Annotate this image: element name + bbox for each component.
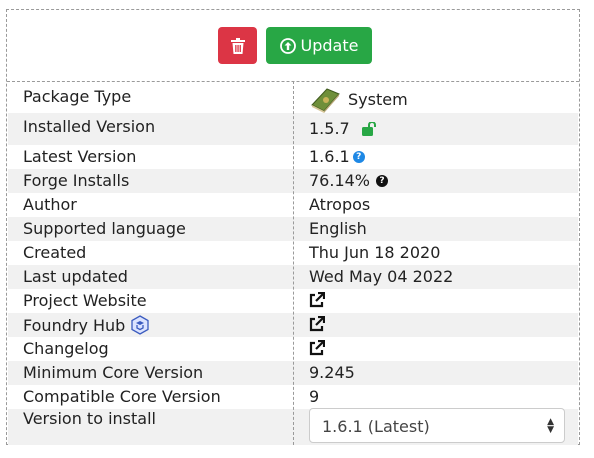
project-website-label: Project Website xyxy=(23,291,147,310)
created-value: Thu Jun 18 2020 xyxy=(309,243,441,262)
update-button[interactable]: Update xyxy=(266,27,372,64)
version-to-install-label: Version to install xyxy=(23,409,156,428)
installed-version-label: Installed Version xyxy=(23,117,156,136)
select-arrows-icon: ▲ ▼ xyxy=(547,417,554,435)
min-core-label: Minimum Core Version xyxy=(23,363,204,382)
project-website-link[interactable] xyxy=(309,292,325,308)
forge-installs-value: 76.14% xyxy=(309,171,371,190)
arrow-up-circle-icon xyxy=(279,37,296,54)
foundry-hub-link[interactable] xyxy=(309,316,325,332)
update-label: Update xyxy=(300,36,359,55)
question-circle-icon[interactable]: ? xyxy=(352,150,365,163)
foundry-hub-label: Foundry Hub xyxy=(23,315,126,335)
external-link-icon[interactable] xyxy=(309,292,325,308)
package-type-value-wrap: System xyxy=(309,85,408,113)
changelog-link[interactable] xyxy=(309,340,325,356)
unlock-icon[interactable] xyxy=(361,121,380,136)
min-core-value: 9.245 xyxy=(309,363,355,382)
compat-core-value: 9 xyxy=(309,387,320,406)
version-select[interactable]: 1.6.1 (Latest) ▲ ▼ xyxy=(309,408,565,443)
column-divider xyxy=(293,81,294,445)
forge-installs-value-wrap: 76.14% ? xyxy=(309,171,389,190)
package-type-label: Package Type xyxy=(23,87,132,106)
external-link-icon[interactable] xyxy=(309,340,325,356)
created-label: Created xyxy=(23,243,87,262)
changelog-label: Changelog xyxy=(23,339,109,358)
last-updated-value: Wed May 04 2022 xyxy=(309,267,454,286)
book-icon xyxy=(311,88,340,113)
delete-button[interactable] xyxy=(218,27,257,64)
version-select-value: 1.6.1 (Latest) xyxy=(322,417,430,436)
external-link-icon[interactable] xyxy=(309,316,325,332)
compat-core-label: Compatible Core Version xyxy=(23,387,221,406)
foundry-hub-logo-icon xyxy=(131,315,149,335)
trash-icon xyxy=(230,37,245,54)
latest-version-label: Latest Version xyxy=(23,147,137,166)
package-details-panel: Update Package Type System Installed Ver… xyxy=(6,9,580,445)
package-type-value: System xyxy=(348,89,408,109)
author-value: Atropos xyxy=(309,195,371,214)
latest-version-value: 1.6.1 xyxy=(309,147,350,166)
foundry-hub-label-wrap: Foundry Hub xyxy=(23,315,149,335)
author-label: Author xyxy=(23,195,77,214)
forge-installs-label: Forge Installs xyxy=(23,171,130,190)
supported-language-value: English xyxy=(309,219,367,238)
last-updated-label: Last updated xyxy=(23,267,128,286)
latest-version-value-wrap: 1.6.1 ? xyxy=(309,147,365,166)
question-circle-icon[interactable]: ? xyxy=(376,174,389,187)
installed-version-value: 1.5.7 xyxy=(309,119,350,138)
action-toolbar: Update xyxy=(7,10,579,81)
supported-language-label: Supported language xyxy=(23,219,186,238)
installed-version-value-wrap: 1.5.7 xyxy=(309,119,380,138)
